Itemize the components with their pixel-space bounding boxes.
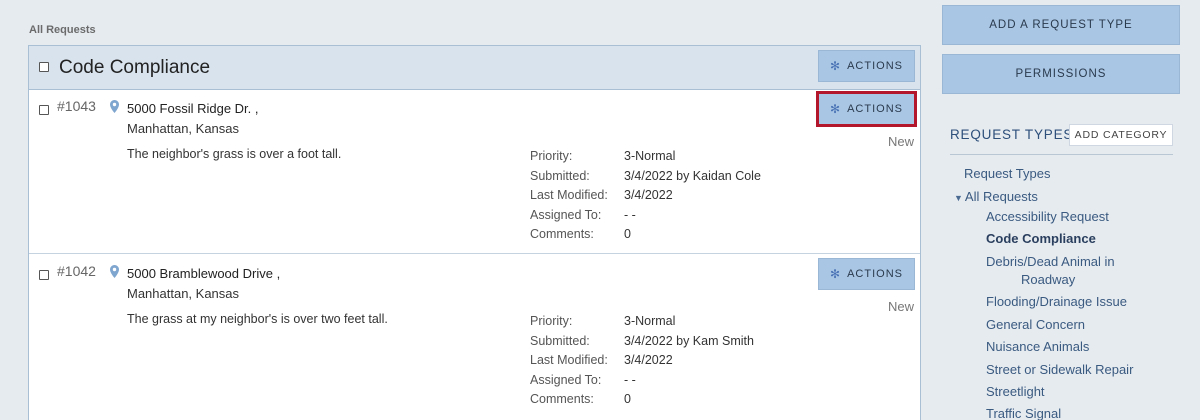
meta-values: 3-Normal 3/4/2022 by Kaidan Cole 3/4/202… (624, 147, 761, 245)
last-modified-value: 3/4/2022 (624, 353, 673, 367)
address-line1: 5000 Fossil Ridge Dr. , (127, 101, 259, 116)
request-checkbox[interactable] (39, 270, 49, 280)
request-actions-button[interactable]: ✻ ACTIONS (818, 258, 915, 290)
assigned-to-value: - - (624, 372, 636, 387)
actions-label: ACTIONS (847, 268, 903, 280)
tree-item-nuisance-animals[interactable]: Nuisance Animals (986, 339, 1089, 354)
submitted-value: 3/4/2022 by Kaidan Cole (624, 168, 761, 183)
meta-labels: Priority: Submitted: Last Modified: Assi… (530, 312, 608, 410)
select-all-checkbox[interactable] (39, 62, 49, 72)
panel-actions-button[interactable]: ✻ ACTIONS (818, 50, 915, 82)
tree-item-code-compliance[interactable]: Code Compliance (986, 231, 1096, 246)
assigned-to-label: Assigned To: (530, 207, 602, 222)
submitted-label: Submitted: (530, 168, 590, 183)
priority-label: Priority: (530, 149, 573, 163)
actions-label: ACTIONS (847, 103, 903, 115)
map-pin-icon (110, 265, 119, 278)
request-number[interactable]: #1042 (57, 263, 96, 279)
status-label: New (887, 134, 914, 149)
request-description: The neighbor's grass is over a foot tall… (127, 147, 342, 161)
assigned-to-value: - - (624, 207, 636, 222)
priority-label: Priority: (530, 314, 573, 328)
address-line1: 5000 Bramblewood Drive , (127, 266, 281, 281)
permissions-button[interactable]: PERMISSIONS (942, 54, 1180, 94)
request-number[interactable]: #1043 (57, 98, 96, 114)
address-line2: Manhattan, Kansas (127, 121, 240, 136)
gear-icon: ✻ (830, 267, 842, 281)
tree-group-all-requests[interactable]: ▼ All Requests (954, 189, 1038, 204)
tree-item-traffic-signal[interactable]: Traffic Signal (986, 406, 1061, 420)
tree-group-label: All Requests (964, 189, 1038, 204)
status-label: New (887, 299, 914, 314)
last-modified-value: 3/4/2022 (624, 188, 673, 202)
breadcrumb: All Requests (29, 24, 96, 36)
tree-item-general-concern[interactable]: General Concern (986, 317, 1085, 332)
triangle-down-icon: ▼ (954, 193, 963, 203)
assigned-to-label: Assigned To: (530, 372, 602, 387)
comments-label: Comments: (530, 227, 594, 241)
last-modified-label: Last Modified: (530, 188, 608, 202)
meta-labels: Priority: Submitted: Last Modified: Assi… (530, 147, 608, 245)
meta-values: 3-Normal 3/4/2022 by Kam Smith 3/4/2022 … (624, 312, 754, 410)
divider (950, 154, 1173, 155)
last-modified-label: Last Modified: (530, 353, 608, 367)
gear-icon: ✻ (830, 59, 842, 73)
priority-value: 3-Normal (624, 314, 676, 328)
comments-label: Comments: (530, 392, 594, 406)
tree-root-request-types[interactable]: Request Types (964, 166, 1050, 181)
add-category-button[interactable]: ADD CATEGORY (1069, 124, 1173, 146)
tree-item-flooding-drainage[interactable]: Flooding/Drainage Issue (986, 294, 1127, 309)
tree-item-streetlight[interactable]: Streetlight (986, 384, 1045, 399)
request-row: #1043 5000 Fossil Ridge Dr. , Manhattan,… (29, 90, 920, 254)
request-checkbox[interactable] (39, 105, 49, 115)
request-list-panel: Code Compliance ✻ ACTIONS #1043 5000 Fos… (28, 45, 921, 420)
add-request-type-button[interactable]: ADD A REQUEST TYPE (942, 5, 1180, 45)
gear-icon: ✻ (830, 102, 842, 116)
tree-item-accessibility-request[interactable]: Accessibility Request (986, 209, 1109, 224)
priority-value: 3-Normal (624, 149, 676, 163)
actions-label: ACTIONS (847, 60, 903, 72)
comments-value: 0 (624, 227, 631, 241)
request-types-heading: REQUEST TYPES (950, 127, 1074, 142)
panel-title: Code Compliance (59, 57, 211, 78)
comments-value: 0 (624, 392, 631, 406)
tree-item-street-sidewalk-repair[interactable]: Street or Sidewalk Repair (986, 362, 1133, 377)
request-actions-button[interactable]: ✻ ACTIONS (816, 91, 917, 127)
request-description: The grass at my neighbor's is over two f… (127, 312, 388, 326)
map-pin-icon (110, 100, 119, 113)
submitted-label: Submitted: (530, 333, 590, 348)
panel-header: Code Compliance ✻ ACTIONS (29, 46, 920, 90)
address-line2: Manhattan, Kansas (127, 286, 240, 301)
request-row: #1042 5000 Bramblewood Drive , Manhattan… (29, 255, 920, 420)
tree-item-debris-dead-animal-cont[interactable]: Roadway (1021, 272, 1075, 287)
tree-item-debris-dead-animal[interactable]: Debris/Dead Animal in (986, 254, 1115, 269)
submitted-value: 3/4/2022 by Kam Smith (624, 333, 754, 348)
